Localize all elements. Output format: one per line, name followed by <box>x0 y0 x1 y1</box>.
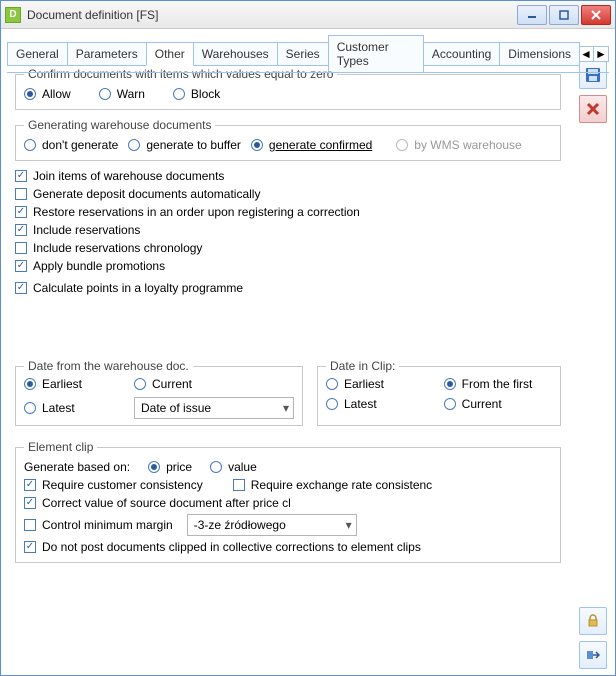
check-correct-value-label: Correct value of source document after p… <box>42 496 291 510</box>
lock-button[interactable] <box>579 607 607 635</box>
radio-block[interactable]: Block <box>173 87 220 101</box>
window-buttons <box>517 5 611 25</box>
radio-block-label: Block <box>191 87 220 101</box>
radio-wh-earliest[interactable]: Earliest <box>24 377 134 391</box>
radio-generate-confirmed[interactable]: generate confirmed <box>251 138 372 152</box>
gen-wh-legend: Generating warehouse documents <box>24 118 215 132</box>
check-deposit-label: Generate deposit documents automatically <box>33 187 260 201</box>
window-title: Document definition [FS] <box>27 8 517 22</box>
date-from-wh-group: Date from the warehouse doc. Earliest Cu… <box>15 359 303 426</box>
radio-clip-current[interactable]: Current <box>444 397 552 411</box>
check-join-items[interactable]: Join items of warehouse documents <box>15 169 561 183</box>
radio-clip-from-first-label: From the first <box>462 377 533 391</box>
margin-dropdown-value: -3-ze źródłowego <box>194 518 286 532</box>
check-req-exchange-label: Require exchange rate consistenc <box>251 478 432 492</box>
check-req-customer-label: Require customer consistency <box>42 478 203 492</box>
cancel-button[interactable] <box>579 95 607 123</box>
minimize-button[interactable] <box>517 5 547 25</box>
check-include-res[interactable]: Include reservations <box>15 223 561 237</box>
date-of-issue-value: Date of issue <box>141 401 211 415</box>
radio-warn[interactable]: Warn <box>99 87 145 101</box>
titlebar: D Document definition [FS] <box>1 1 615 29</box>
radio-clip-from-first[interactable]: From the first <box>444 377 552 391</box>
element-clip-group: Element clip Generate based on: price va… <box>15 440 561 563</box>
date-of-issue-dropdown[interactable]: Date of issue ▾ <box>134 397 294 419</box>
radio-wms-label: by WMS warehouse <box>414 138 521 152</box>
radio-confirmed-label: generate confirmed <box>269 138 372 152</box>
radio-dont-generate[interactable]: don't generate <box>24 138 118 152</box>
date-wh-legend: Date from the warehouse doc. <box>24 359 193 373</box>
check-no-post[interactable]: Do not post documents clipped in collect… <box>24 540 421 554</box>
margin-dropdown[interactable]: -3-ze źródłowego ▾ <box>187 514 357 536</box>
chevron-down-icon: ▾ <box>346 518 352 532</box>
tab-body-other: Confirm documents with items which value… <box>5 57 571 671</box>
radio-wh-latest-label: Latest <box>42 401 75 415</box>
check-join-label: Join items of warehouse documents <box>33 169 224 183</box>
radio-wh-current[interactable]: Current <box>134 377 294 391</box>
sidebar <box>575 57 611 123</box>
lock-icon <box>586 614 600 628</box>
radio-buffer-label: generate to buffer <box>146 138 241 152</box>
check-correct-value[interactable]: Correct value of source document after p… <box>24 496 291 510</box>
check-loyalty-label: Calculate points in a loyalty programme <box>33 281 243 295</box>
radio-wms-warehouse: by WMS warehouse <box>396 138 521 152</box>
check-restore[interactable]: Restore reservations in an order upon re… <box>15 205 561 219</box>
check-loyalty[interactable]: Calculate points in a loyalty programme <box>15 281 561 295</box>
radio-clip-earliest[interactable]: Earliest <box>326 377 404 391</box>
check-control-margin[interactable]: Control minimum margin <box>24 518 173 532</box>
check-deposit[interactable]: Generate deposit documents automatically <box>15 187 561 201</box>
radio-wh-earliest-label: Earliest <box>42 377 82 391</box>
check-bundle-label: Apply bundle promotions <box>33 259 165 273</box>
confirm-group: Confirm documents with items which value… <box>15 67 561 110</box>
confirm-legend: Confirm documents with items which value… <box>24 67 337 81</box>
checkbox-stack: Join items of warehouse documents Genera… <box>15 169 561 295</box>
radio-value-label: value <box>228 460 257 474</box>
sidebar-bottom <box>575 607 611 669</box>
check-restore-label: Restore reservations in an order upon re… <box>33 205 360 219</box>
radio-allow-label: Allow <box>42 87 71 101</box>
radio-wh-latest[interactable]: Latest <box>24 401 134 415</box>
check-include-chron-label: Include reservations chronology <box>33 241 202 255</box>
save-button[interactable] <box>579 61 607 89</box>
radio-clip-current-label: Current <box>462 397 502 411</box>
check-include-res-label: Include reservations <box>33 223 140 237</box>
radio-generate-buffer[interactable]: generate to buffer <box>128 138 241 152</box>
radio-dont-label: don't generate <box>42 138 118 152</box>
export-button[interactable] <box>579 641 607 669</box>
arrow-right-icon <box>586 648 600 662</box>
radio-clip-earliest-label: Earliest <box>344 377 384 391</box>
tab-other[interactable]: Other <box>146 42 194 66</box>
radio-warn-label: Warn <box>117 87 145 101</box>
date-clip-legend: Date in Clip: <box>326 359 399 373</box>
gen-based-on-label: Generate based on: <box>24 460 130 474</box>
window: D Document definition [FS] General Param… <box>0 0 616 676</box>
radio-price[interactable]: price <box>148 460 192 474</box>
radio-clip-latest-label: Latest <box>344 397 377 411</box>
check-control-margin-label: Control minimum margin <box>42 518 173 532</box>
radio-value[interactable]: value <box>210 460 257 474</box>
check-no-post-label: Do not post documents clipped in collect… <box>42 540 421 554</box>
floppy-icon <box>585 67 601 83</box>
element-clip-legend: Element clip <box>24 440 97 454</box>
close-button[interactable] <box>581 5 611 25</box>
radio-allow[interactable]: Allow <box>24 87 71 101</box>
check-req-exchange[interactable]: Require exchange rate consistenc <box>233 478 432 492</box>
maximize-button[interactable] <box>549 5 579 25</box>
radio-clip-latest[interactable]: Latest <box>326 397 404 411</box>
app-icon: D <box>5 7 21 23</box>
check-bundle[interactable]: Apply bundle promotions <box>15 259 561 273</box>
check-req-customer[interactable]: Require customer consistency <box>24 478 203 492</box>
radio-wh-current-label: Current <box>152 377 192 391</box>
gen-wh-group: Generating warehouse documents don't gen… <box>15 118 561 161</box>
x-icon <box>586 102 600 116</box>
chevron-down-icon: ▾ <box>283 401 289 415</box>
check-include-chron[interactable]: Include reservations chronology <box>15 241 561 255</box>
date-in-clip-group: Date in Clip: Earliest From the first La… <box>317 359 561 426</box>
radio-price-label: price <box>166 460 192 474</box>
